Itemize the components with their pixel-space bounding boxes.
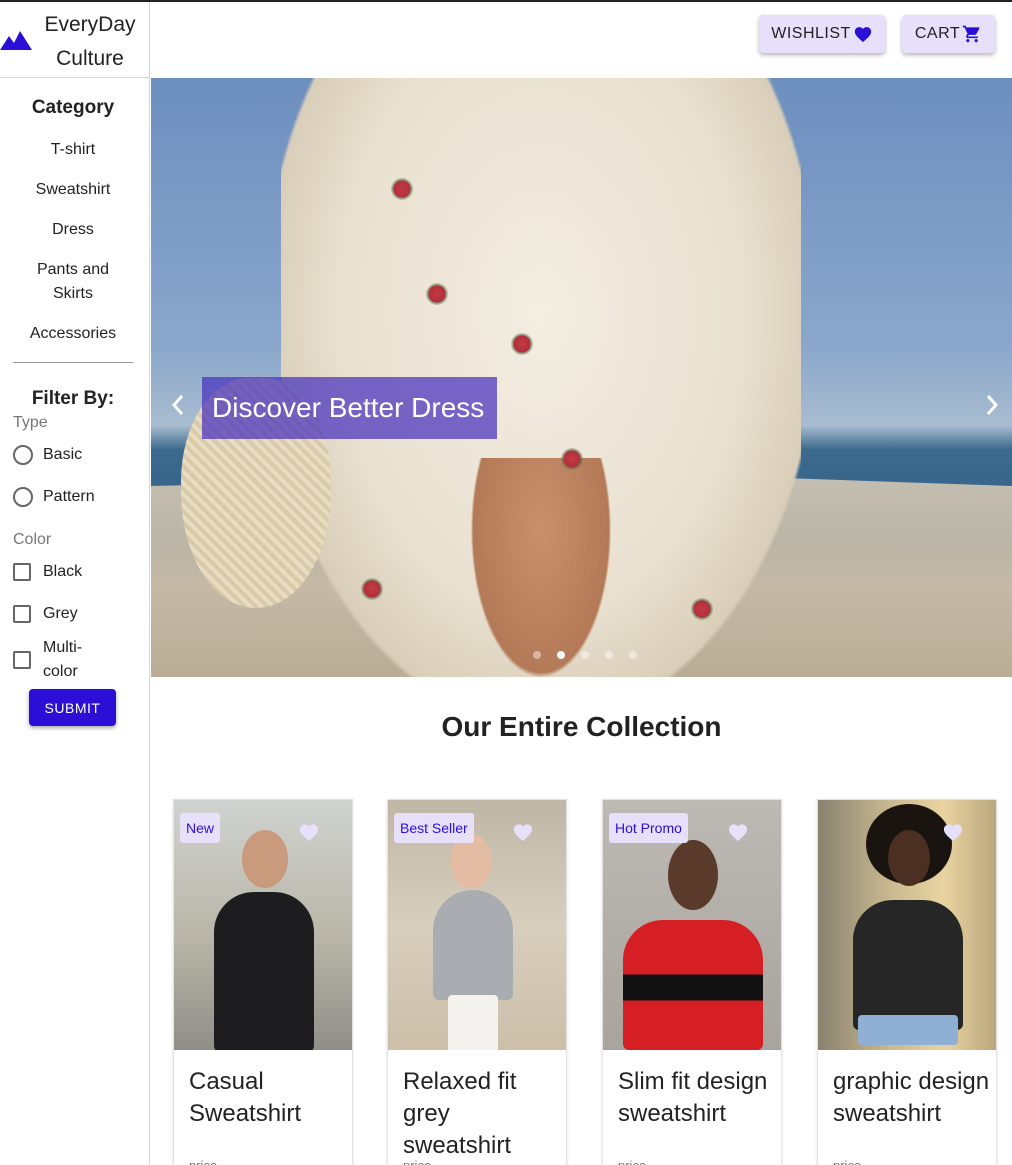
category-item-sweatshirt[interactable]: Sweatshirt xyxy=(0,178,146,202)
type-option-label: Basic xyxy=(43,446,83,463)
shopping-cart-icon xyxy=(962,25,980,43)
model-figure xyxy=(433,890,513,1000)
carousel-next-button[interactable] xyxy=(977,390,1007,420)
collection-title: Our Entire Collection xyxy=(441,711,722,742)
category-title: Category xyxy=(31,97,115,118)
category-item-pants-skirts[interactable]: Pants and Skirts xyxy=(28,258,118,306)
category-item-tshirt[interactable]: T-shirt xyxy=(0,138,146,162)
heart-icon[interactable] xyxy=(298,822,320,842)
product-name[interactable]: graphic design sweatshirt xyxy=(833,1066,993,1130)
carousel-dot[interactable] xyxy=(605,651,613,659)
product-badge: Best Seller xyxy=(394,813,474,843)
heart-icon[interactable] xyxy=(942,822,964,842)
carousel-dot[interactable] xyxy=(629,651,637,659)
category-list: T-shirt Sweatshirt Dress Pants and Skirt… xyxy=(0,138,146,362)
heart-icon xyxy=(854,27,871,43)
filter-title: Filter By: xyxy=(31,388,115,409)
product-image[interactable] xyxy=(818,800,996,1050)
product-image[interactable]: Hot Promo xyxy=(603,800,781,1050)
brand-name-line2: Culture xyxy=(56,47,124,70)
floral-pattern xyxy=(561,448,583,470)
floral-pattern xyxy=(391,178,413,200)
hero-image-model xyxy=(461,458,621,677)
type-option-pattern[interactable]: Pattern xyxy=(13,487,95,507)
sidebar-divider xyxy=(13,362,133,363)
product-name[interactable]: Casual Sweatshirt xyxy=(189,1066,349,1130)
brand-name-line1: EveryDay xyxy=(44,13,136,36)
model-head xyxy=(668,840,718,910)
product-badge: New xyxy=(180,813,221,843)
color-group-label: Color xyxy=(13,531,52,548)
carousel-dot-active[interactable] xyxy=(557,651,565,659)
product-card[interactable]: graphic design sweatshirt price xyxy=(817,799,997,1165)
product-card[interactable]: Best Seller Relaxed fit grey sweatshirt … xyxy=(387,799,567,1165)
product-image[interactable]: New xyxy=(174,800,352,1050)
floral-pattern xyxy=(691,598,713,620)
brand-logo[interactable]: EveryDay Culture xyxy=(0,2,150,78)
radio-button[interactable] xyxy=(13,487,33,507)
wishlist-button[interactable]: WISHLIST xyxy=(759,15,885,53)
product-price: price xyxy=(833,1158,861,1165)
model-figure xyxy=(214,892,314,1050)
color-option-label: Black xyxy=(43,563,83,580)
model-figure xyxy=(623,920,763,1050)
carousel-indicators xyxy=(533,651,637,659)
chevron-right-icon xyxy=(986,395,999,415)
model-pants xyxy=(448,995,498,1050)
top-border xyxy=(0,0,1012,2)
radio-button[interactable] xyxy=(13,445,33,465)
carousel-prev-button[interactable] xyxy=(163,390,193,420)
cart-button[interactable]: CART xyxy=(902,15,995,53)
product-badge: Hot Promo xyxy=(609,813,688,843)
hero-carousel[interactable]: Discover Better Dress xyxy=(151,78,1012,677)
cart-label: CART xyxy=(914,25,961,42)
model-head xyxy=(242,830,288,888)
product-card[interactable]: New Casual Sweatshirt price xyxy=(173,799,353,1165)
color-option-label: Multi-color xyxy=(43,639,83,680)
model-figure xyxy=(853,900,963,1030)
product-price: price xyxy=(618,1158,646,1165)
product-name[interactable]: Slim fit design sweatshirt xyxy=(618,1066,778,1130)
brand-name: EveryDay Culture xyxy=(36,8,144,76)
hero-caption: Discover Better Dress xyxy=(202,377,497,439)
carousel-dot[interactable] xyxy=(581,651,589,659)
floral-pattern xyxy=(511,333,533,355)
submit-button[interactable]: SUBMIT xyxy=(29,689,116,726)
type-group-label: Type xyxy=(13,414,48,431)
sidebar: EveryDay Culture Category T-shirt Sweats… xyxy=(0,2,150,1165)
color-option-label: Grey xyxy=(43,605,78,622)
checkbox[interactable] xyxy=(13,605,31,623)
color-option-grey[interactable]: Grey xyxy=(13,605,78,623)
product-price: price xyxy=(403,1158,431,1165)
model-head xyxy=(888,830,930,886)
floral-pattern xyxy=(426,283,448,305)
product-image[interactable]: Best Seller xyxy=(388,800,566,1050)
color-option-multicolor[interactable]: Multi-color xyxy=(13,636,93,684)
mountain-icon xyxy=(0,31,32,50)
product-card[interactable]: Hot Promo Slim fit design sweatshirt pri… xyxy=(602,799,782,1165)
category-item-accessories[interactable]: Accessories xyxy=(0,322,146,346)
checkbox[interactable] xyxy=(13,563,31,581)
wishlist-label: WISHLIST xyxy=(771,25,851,42)
chevron-left-icon xyxy=(171,395,184,415)
color-option-black[interactable]: Black xyxy=(13,563,82,581)
type-option-basic[interactable]: Basic xyxy=(13,445,82,465)
checkbox[interactable] xyxy=(13,651,31,669)
product-name[interactable]: Relaxed fit grey sweatshirt xyxy=(403,1066,563,1162)
floral-pattern xyxy=(361,578,383,600)
category-item-dress[interactable]: Dress xyxy=(0,218,146,242)
product-price: price xyxy=(189,1158,217,1165)
model-shirt-hem xyxy=(858,1015,958,1045)
carousel-dot[interactable] xyxy=(533,651,541,659)
heart-icon[interactable] xyxy=(512,822,534,842)
type-option-label: Pattern xyxy=(43,488,95,505)
heart-icon[interactable] xyxy=(727,822,749,842)
